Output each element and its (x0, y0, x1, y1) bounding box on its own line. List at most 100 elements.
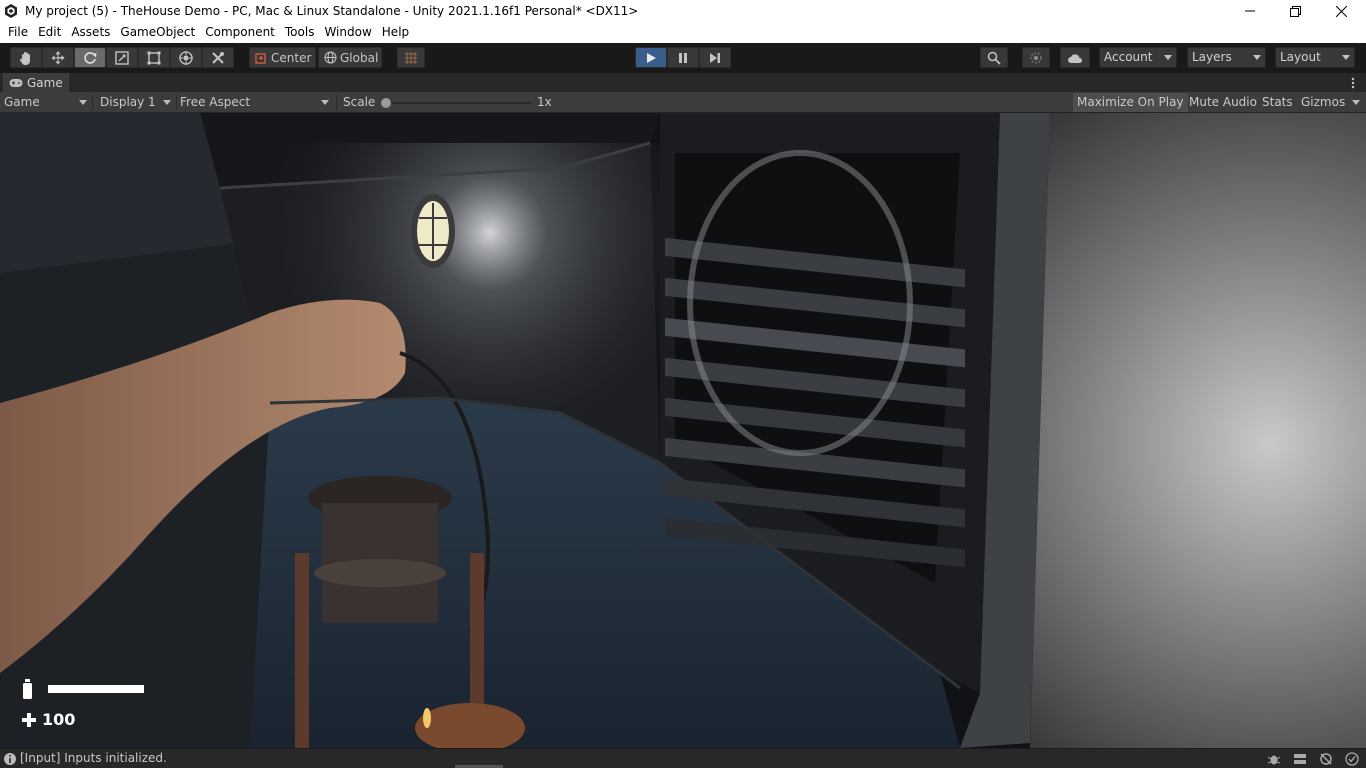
layout-dropdown[interactable]: Layout (1275, 47, 1355, 68)
divider (176, 95, 177, 110)
chevron-down-icon (321, 100, 329, 105)
menu-assets[interactable]: Assets (66, 22, 115, 43)
rect-tool-button[interactable] (138, 47, 170, 68)
menu-tools[interactable]: Tools (280, 22, 320, 43)
panel-tab-bar: Game (0, 72, 1366, 93)
tab-game[interactable]: Game (3, 73, 69, 93)
lantern-fuel-icon (22, 679, 33, 699)
custom-tool-button[interactable] (202, 47, 234, 68)
menu-gameobject[interactable]: GameObject (115, 22, 200, 43)
pivot-rotation-label: Global (340, 50, 379, 65)
health-plus-icon (22, 712, 36, 727)
aspect-dropdown[interactable]: Free Aspect (180, 92, 332, 113)
window-title: My project (5) - TheHouse Demo - PC, Mac… (25, 4, 639, 18)
rotate-icon (84, 51, 97, 64)
menu-bar: File Edit Assets GameObject Component To… (0, 22, 1366, 43)
maximize-on-play-toggle[interactable]: Maximize On Play (1073, 93, 1188, 112)
divider (92, 95, 93, 110)
view-type-dropdown[interactable]: Game (4, 92, 90, 113)
play-button[interactable] (635, 47, 667, 68)
collab-icon (1030, 52, 1042, 63)
chevron-down-icon (1164, 55, 1172, 60)
step-button[interactable] (699, 47, 731, 68)
layout-label: Layout (1280, 50, 1321, 64)
rect-transform-icon (147, 51, 161, 64)
health-display: 100 (22, 710, 75, 729)
tab-game-label: Game (27, 76, 63, 90)
collab-button[interactable] (1022, 47, 1050, 68)
globe-icon (324, 51, 337, 64)
grid-snap-button[interactable] (397, 47, 425, 68)
more-options-icon[interactable] (1351, 76, 1355, 90)
main-toolbar: Center Global Account Layers Layout (0, 43, 1366, 72)
pause-button[interactable] (667, 47, 699, 68)
step-icon (710, 52, 720, 63)
menu-window[interactable]: Window (319, 22, 376, 43)
close-icon (1335, 5, 1347, 17)
layers-dropdown[interactable]: Layers (1187, 47, 1266, 68)
transform-gizmo-icon (179, 50, 193, 65)
chevron-down-icon (163, 100, 171, 105)
pivot-rotation-toggle[interactable]: Global (318, 47, 382, 68)
account-dropdown[interactable]: Account (1099, 47, 1177, 68)
move-tool-button[interactable] (42, 47, 74, 68)
pivot-mode-label: Center (271, 50, 312, 65)
game-viewport[interactable]: 100 (0, 113, 1366, 748)
chevron-down-icon (1253, 55, 1261, 60)
scale-label: Scale (343, 95, 376, 109)
rotate-tool-button[interactable] (74, 47, 106, 68)
minimize-icon (1245, 10, 1255, 12)
game-view-toolbar: Game Display 1 Free Aspect Scale 1x Maxi… (0, 92, 1366, 113)
minimize-button[interactable] (1227, 0, 1273, 22)
gizmos-toggle[interactable]: Gizmos (1297, 93, 1349, 112)
title-bar: My project (5) - TheHouse Demo - PC, Mac… (0, 0, 1366, 22)
progress-check-icon[interactable] (1344, 751, 1360, 767)
pivot-mode-toggle[interactable]: Center (249, 47, 316, 68)
status-message[interactable]: [Input] Inputs initialized. (20, 749, 167, 768)
cache-server-icon[interactable] (1292, 751, 1308, 767)
tools-icon (212, 51, 224, 64)
search-button[interactable] (980, 47, 1008, 68)
gamepad-icon (9, 79, 23, 87)
close-button[interactable] (1318, 0, 1364, 22)
search-icon (987, 51, 1001, 65)
lantern-fuel-bar (48, 685, 144, 693)
pivot-center-icon (255, 53, 266, 64)
display-dropdown[interactable]: Display 1 (100, 92, 174, 113)
hand-icon (19, 51, 30, 65)
unity-logo-icon (3, 3, 19, 19)
cloud-icon (1068, 53, 1082, 63)
grid-snap-icon (405, 51, 417, 64)
transform-tool-button[interactable] (170, 47, 202, 68)
cloud-button[interactable] (1060, 47, 1090, 68)
chevron-down-icon (79, 100, 87, 105)
menu-help[interactable]: Help (377, 22, 414, 43)
play-icon (647, 52, 656, 63)
game-scene-render (0, 113, 1366, 748)
mute-audio-toggle[interactable]: Mute Audio (1185, 93, 1261, 112)
menu-edit[interactable]: Edit (33, 22, 66, 43)
move-arrows-icon (51, 50, 65, 64)
view-type-label: Game (4, 95, 40, 109)
scale-slider-track[interactable] (383, 102, 531, 104)
stats-toggle[interactable]: Stats (1258, 93, 1297, 112)
health-value: 100 (42, 710, 76, 729)
menu-component[interactable]: Component (200, 22, 280, 43)
chevron-down-icon (1342, 55, 1350, 60)
display-label: Display 1 (100, 95, 156, 109)
scale-slider-handle[interactable] (381, 98, 391, 108)
scale-tool-button[interactable] (106, 47, 138, 68)
scale-icon (115, 50, 129, 65)
account-label: Account (1104, 50, 1153, 64)
gizmos-chevron-down-icon[interactable] (1352, 100, 1360, 105)
auto-refresh-icon[interactable] (1318, 751, 1334, 767)
pause-icon (679, 52, 687, 63)
aspect-label: Free Aspect (180, 95, 251, 109)
restore-button[interactable] (1272, 0, 1318, 22)
status-bar: [Input] Inputs initialized. (0, 748, 1366, 768)
bug-icon[interactable] (1266, 751, 1282, 767)
layers-label: Layers (1192, 50, 1232, 64)
divider (336, 95, 337, 110)
hand-tool-button[interactable] (10, 47, 42, 68)
menu-file[interactable]: File (3, 22, 33, 43)
